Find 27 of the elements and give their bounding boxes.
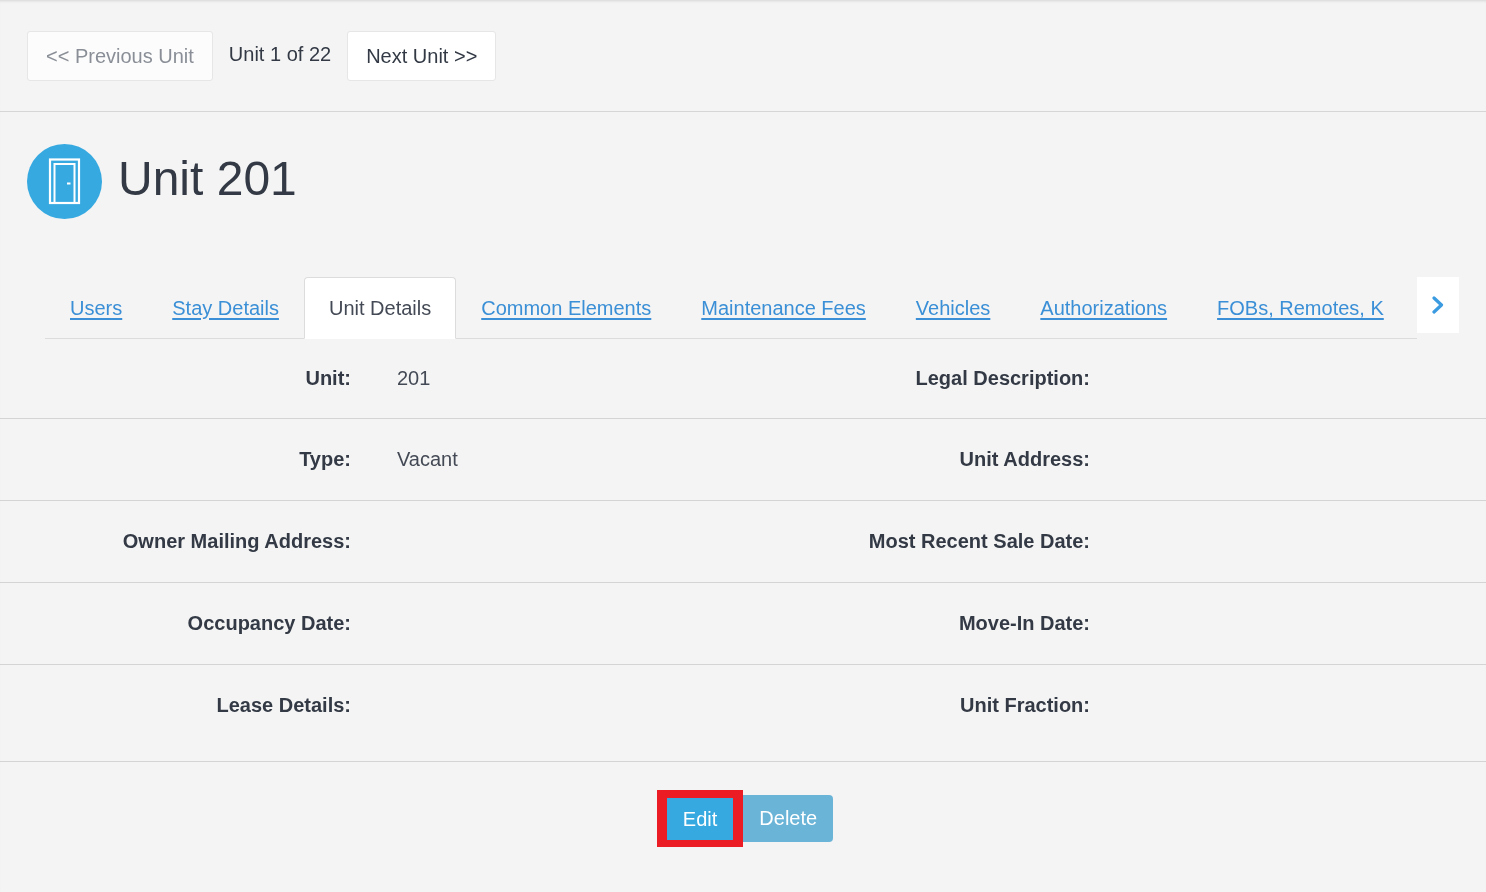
field-label: Occupancy Date:: [186, 612, 351, 635]
tab[interactable]: Authorizations: [1015, 277, 1193, 338]
tab[interactable]: Maintenance Fees: [676, 277, 891, 338]
tab[interactable]: Vehicles: [890, 277, 1016, 338]
tab[interactable]: Users: [45, 277, 148, 338]
field-value: Vacant: [396, 448, 459, 471]
tab[interactable]: Unit Details: [303, 277, 457, 339]
field-label: Unit Fraction:: [959, 694, 1090, 717]
unit-position: Unit 1 of 22: [228, 43, 332, 66]
field-label: Lease Details:: [215, 694, 351, 717]
chevron-right-icon: [1432, 296, 1444, 314]
field-label: Unit Address:: [958, 448, 1090, 471]
tab[interactable]: FOBs, Remotes, K: [1192, 277, 1385, 338]
unit-title: Unit 201: [118, 151, 297, 206]
field-label: Type:: [298, 448, 351, 471]
field-label: Legal Description:: [914, 367, 1090, 390]
scroll-right-button[interactable]: [1417, 277, 1459, 333]
door-icon: [27, 144, 102, 219]
field-label: Unit:: [304, 367, 351, 390]
tab[interactable]: Stay Details: [147, 277, 304, 338]
field-label: Most Recent Sale Date:: [867, 530, 1090, 553]
field-value: 201: [396, 367, 432, 390]
field-label: Move-In Date:: [957, 612, 1090, 635]
field-label: Owner Mailing Address:: [121, 530, 351, 553]
tab[interactable]: Common Elements: [456, 277, 677, 338]
next-button[interactable]: Next Unit >>: [347, 31, 497, 81]
edit-button[interactable]: Edit: [666, 798, 734, 840]
